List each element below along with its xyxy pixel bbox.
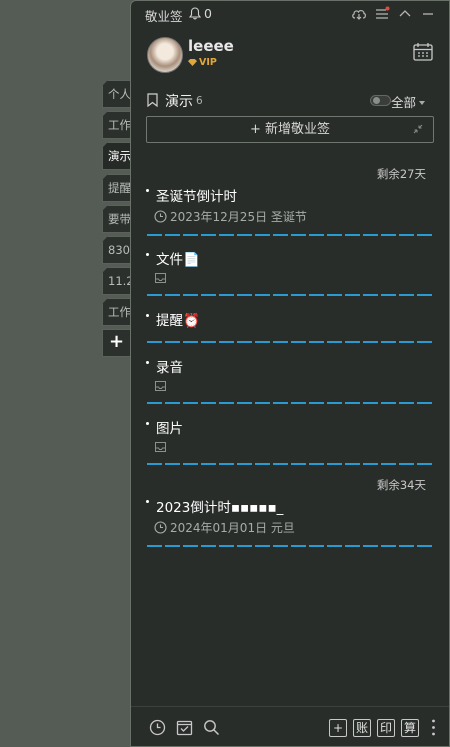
calendar-icon[interactable]: [412, 41, 434, 63]
vip-badge: VIP: [188, 57, 217, 68]
note-title: 2023倒计时▪▪▪▪▪_: [156, 500, 284, 516]
bullet: [146, 189, 149, 192]
cloud-sync-icon[interactable]: [351, 6, 367, 22]
view-toggle[interactable]: [370, 95, 391, 106]
attachment-icon: [155, 381, 166, 391]
note-divider: [147, 545, 433, 547]
note-date-text: 2024年01月01日 元旦: [170, 521, 295, 535]
username: leeee: [188, 37, 234, 55]
shrink-icon[interactable]: [413, 124, 423, 134]
note-divider: [147, 234, 433, 236]
bullet: [146, 361, 149, 364]
avatar[interactable]: [147, 37, 183, 73]
notification-count: 0: [204, 6, 212, 21]
bell-icon[interactable]: [189, 7, 201, 20]
add-note-label: + 新增敬业签: [249, 122, 331, 137]
group-name: 演示: [165, 94, 193, 110]
ledger-button[interactable]: 账: [353, 719, 371, 737]
vip-label: VIP: [199, 57, 217, 68]
bookmark-icon: [147, 93, 158, 107]
note-title: 提醒⏰: [156, 313, 200, 329]
more-vertical-icon[interactable]: [432, 719, 435, 736]
note-divider: [147, 402, 433, 404]
notes-panel: 敬业签 0 leeee VIP 演示 6 全部 + 新增敬业签 剩余27天 圣诞…: [130, 0, 450, 747]
note-title: 录音: [156, 360, 183, 376]
clock-icon: [154, 521, 167, 534]
attachment-icon: [155, 442, 166, 452]
menu-icon[interactable]: [374, 6, 390, 22]
bullet: [146, 253, 149, 256]
minimize-icon[interactable]: [420, 6, 436, 22]
collapse-icon[interactable]: [397, 6, 413, 22]
title-bar: 敬业签 0: [131, 1, 449, 27]
remaining-days: 剩余27天: [376, 167, 426, 181]
note-date: 2023年12月25日 圣诞节: [154, 208, 307, 225]
note-divider: [147, 463, 433, 465]
filter-label: 全部: [390, 95, 416, 110]
note-date-text: 2023年12月25日 圣诞节: [170, 210, 307, 224]
clock-icon: [154, 210, 167, 223]
note-date: 2024年01月01日 元旦: [154, 519, 295, 536]
bullet: [146, 314, 149, 317]
note-title: 文件📄: [156, 252, 200, 268]
app-title: 敬业签: [145, 9, 183, 24]
group-header: 演示 6 全部: [145, 91, 435, 111]
chevron-down-icon: [419, 101, 425, 105]
attachment-icon: [155, 273, 166, 283]
bullet: [146, 500, 149, 503]
bottom-toolbar: + 账 印 算: [131, 706, 449, 746]
bullet: [146, 422, 149, 425]
print-button[interactable]: 印: [377, 719, 395, 737]
note-title: 图片: [156, 421, 183, 437]
history-clock-icon[interactable]: [149, 719, 166, 736]
group-count: 6: [196, 95, 203, 107]
search-icon[interactable]: [203, 719, 220, 736]
note-divider: [147, 341, 433, 343]
vip-gem-icon: [188, 59, 197, 66]
calculator-button[interactable]: 算: [401, 719, 419, 737]
add-note-button[interactable]: + 新增敬业签: [146, 116, 434, 143]
calendar-check-icon[interactable]: [176, 719, 193, 736]
note-title: 圣诞节倒计时: [156, 189, 237, 205]
remaining-days: 剩余34天: [376, 478, 426, 492]
note-divider: [147, 294, 433, 296]
filter-dropdown[interactable]: 全部: [391, 92, 425, 111]
profile-section: leeee VIP: [145, 37, 449, 77]
add-button[interactable]: +: [329, 719, 347, 737]
